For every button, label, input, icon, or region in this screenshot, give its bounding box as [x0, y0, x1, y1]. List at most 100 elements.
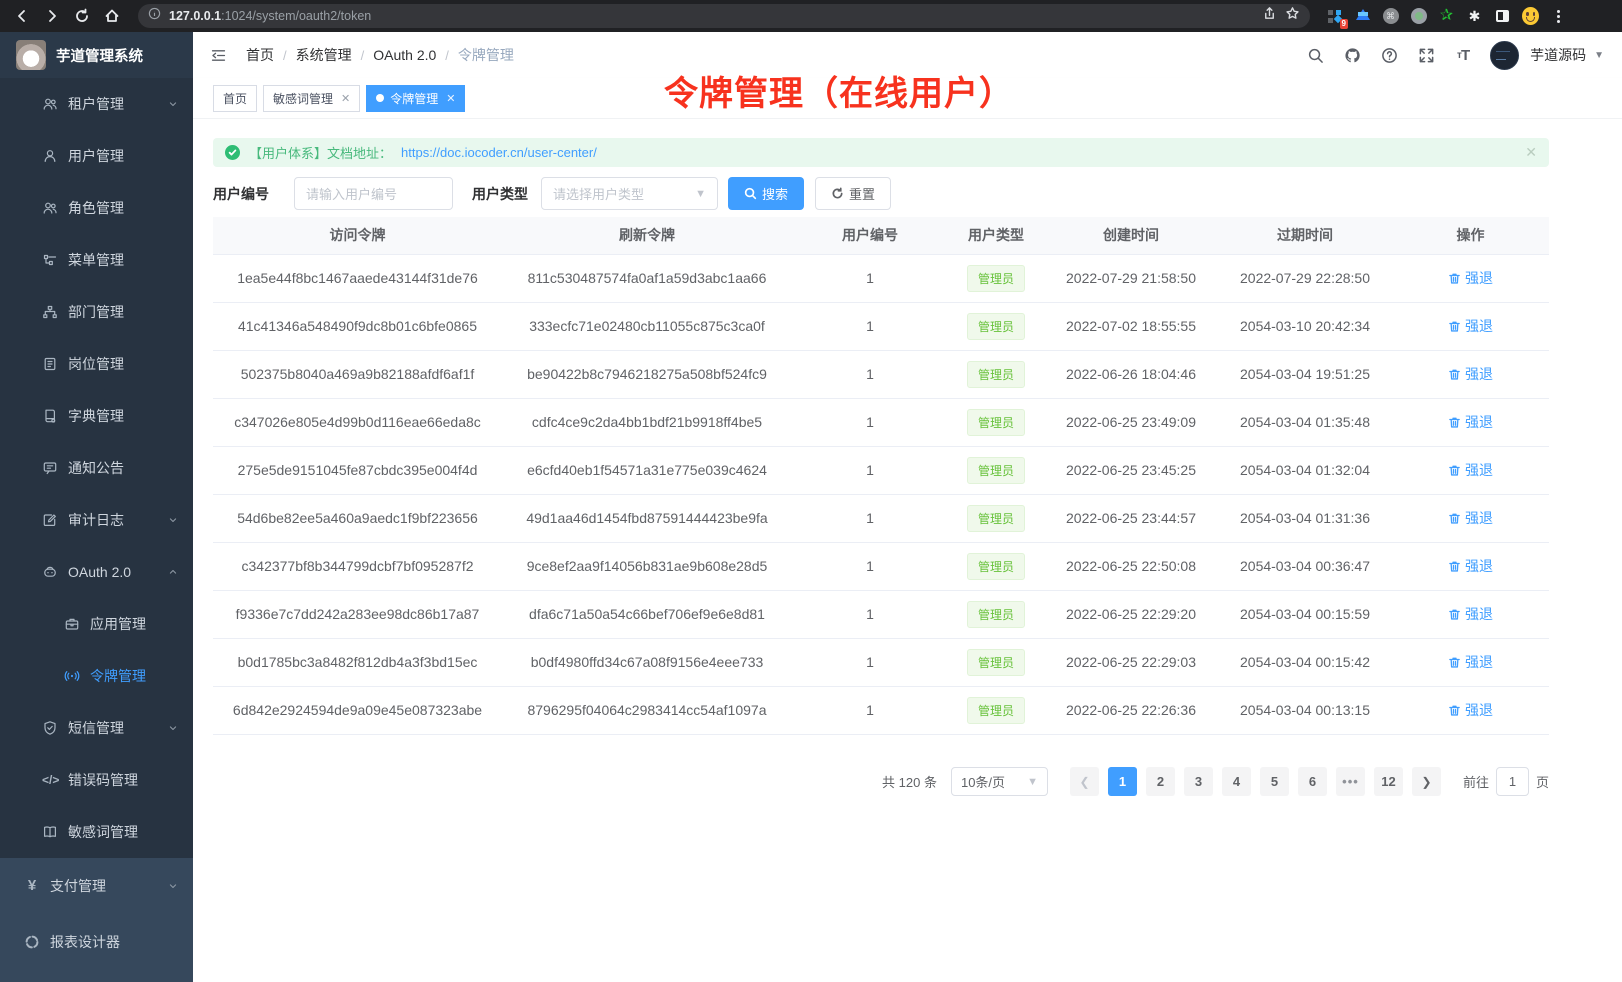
trash-icon [1448, 464, 1461, 477]
table-row: b0d1785bc3a8482f812db4a3f3bd15ecb0df4980… [213, 638, 1549, 686]
sidebar-item-dept[interactable]: 部门管理 [0, 286, 193, 338]
table-row: 6d842e2924594de9a09e45e087323abe8796295f… [213, 686, 1549, 734]
reload-icon[interactable] [70, 4, 94, 28]
sidebar-item-dict[interactable]: 字典管理 [0, 390, 193, 442]
search-icon[interactable] [1305, 45, 1325, 65]
sidebar-item-report-designer[interactable]: 报表设计器 [0, 914, 193, 970]
extension-badge: 9 [1340, 19, 1348, 29]
force-logout-button[interactable]: 强退 [1448, 412, 1493, 432]
search-button[interactable]: 搜索 [728, 177, 804, 210]
extension-command-icon[interactable]: ⌘ [1382, 8, 1399, 25]
force-logout-button[interactable]: 强退 [1448, 700, 1493, 720]
dictionary-icon [42, 408, 58, 424]
tag-token[interactable]: 令牌管理 ✕ [366, 85, 465, 112]
font-size-icon[interactable]: тT [1453, 45, 1473, 65]
sidebar-item-tenant[interactable]: 租户管理 [0, 78, 193, 130]
username[interactable]: 芋道源码 [1530, 45, 1586, 65]
force-logout-button[interactable]: 强退 [1448, 556, 1493, 576]
sidebar-item-sensitive-word[interactable]: 敏感词管理 [0, 806, 193, 858]
sidebar-item-errorcode[interactable]: </> 错误码管理 [0, 754, 193, 806]
more-pages-button[interactable]: ••• [1336, 767, 1365, 796]
force-logout-button[interactable]: 强退 [1448, 268, 1493, 288]
users-icon [42, 200, 58, 216]
sidebar-item-oauth2[interactable]: OAuth 2.0 [0, 546, 193, 598]
address-bar[interactable]: 127.0.0.1:1024/system/oauth2/token [138, 4, 1310, 28]
home-icon[interactable] [100, 4, 124, 28]
force-logout-button[interactable]: 强退 [1448, 316, 1493, 336]
page-button[interactable]: 2 [1146, 767, 1175, 796]
app-logo[interactable]: 芋道管理系统 [0, 32, 193, 78]
sidebar: 芋道管理系统 租户管理 用户管理 角色管理 菜单管理 部门管理 岗位管理 [0, 32, 193, 982]
page-button[interactable]: 4 [1222, 767, 1251, 796]
extension-grid-icon[interactable]: 9 [1326, 8, 1343, 25]
force-logout-button[interactable]: 强退 [1448, 460, 1493, 480]
goto-page-input[interactable]: 1 [1496, 767, 1529, 796]
extension-puzzle-icon[interactable]: ✱ [1466, 8, 1483, 25]
force-logout-button[interactable]: 强退 [1448, 508, 1493, 528]
page-button[interactable]: 12 [1374, 767, 1403, 796]
page-button[interactable]: 1 [1108, 767, 1137, 796]
trash-icon [1448, 608, 1461, 621]
chevron-down-icon: ▼ [1027, 776, 1038, 788]
collapse-sidebar-icon[interactable] [208, 45, 228, 65]
profile-avatar[interactable] [1522, 8, 1539, 25]
success-check-icon [225, 145, 240, 160]
breadcrumb-oauth2[interactable]: OAuth 2.0 [373, 47, 436, 63]
sidebar-toggle-icon[interactable] [1494, 8, 1511, 25]
alert-close-icon[interactable]: ✕ [1525, 144, 1537, 161]
active-dot [376, 94, 384, 102]
tag-sensitive-word[interactable]: 敏感词管理 ✕ [263, 85, 360, 112]
page-button[interactable]: 6 [1298, 767, 1327, 796]
force-logout-button[interactable]: 强退 [1448, 364, 1493, 384]
next-page-button[interactable]: ❯ [1412, 767, 1441, 796]
extension-green-star-icon[interactable]: ✰ [1438, 8, 1455, 25]
trash-icon [1448, 656, 1461, 669]
extension-gem-icon[interactable] [1354, 8, 1371, 25]
page-unit-label: 页 [1536, 772, 1549, 791]
close-icon[interactable]: ✕ [341, 92, 350, 105]
extension-record-icon[interactable] [1410, 8, 1427, 25]
doc-link[interactable]: https://doc.iocoder.cn/user-center/ [401, 145, 597, 160]
page-button[interactable]: 3 [1184, 767, 1213, 796]
reset-button[interactable]: 重置 [815, 177, 891, 210]
sidebar-item-oauth-app[interactable]: 应用管理 [0, 598, 193, 650]
page-button[interactable]: 5 [1260, 767, 1289, 796]
page-size-select[interactable]: 10条/页 ▼ [951, 767, 1048, 796]
fullscreen-icon[interactable] [1416, 45, 1436, 65]
sidebar-item-pay[interactable]: ¥ 支付管理 [0, 858, 193, 914]
chevron-down-icon [167, 514, 179, 526]
back-icon[interactable] [10, 4, 34, 28]
bookmark-star-icon[interactable] [1285, 6, 1300, 26]
force-logout-button[interactable]: 强退 [1448, 604, 1493, 624]
breadcrumb-home[interactable]: 首页 [246, 45, 274, 65]
sidebar-menu-base: ¥ 支付管理 报表设计器 [0, 858, 193, 970]
sidebar-item-audit-log[interactable]: 审计日志 [0, 494, 193, 546]
user-type-select[interactable]: 请选择用户类型 ▼ [541, 177, 718, 210]
github-icon[interactable] [1342, 45, 1362, 65]
tag-home[interactable]: 首页 [213, 85, 257, 112]
tree-list-icon [42, 252, 58, 268]
close-icon[interactable]: ✕ [446, 92, 455, 105]
help-icon[interactable] [1379, 45, 1399, 65]
caret-down-icon[interactable]: ▼ [1594, 50, 1604, 61]
chevron-down-icon: ▼ [695, 188, 706, 200]
sidebar-item-oauth-token[interactable]: 令牌管理 [0, 650, 193, 702]
url-text[interactable]: 127.0.0.1:1024/system/oauth2/token [169, 9, 1254, 23]
force-logout-button[interactable]: 强退 [1448, 652, 1493, 672]
sidebar-item-sms[interactable]: 短信管理 [0, 702, 193, 754]
browser-menu-icon[interactable] [1550, 8, 1567, 25]
breadcrumb-system[interactable]: 系统管理 [296, 45, 352, 65]
id-badge-icon [42, 356, 58, 372]
sidebar-item-notice[interactable]: 通知公告 [0, 442, 193, 494]
shield-check-icon [42, 720, 58, 736]
prev-page-button[interactable]: ❮ [1070, 767, 1099, 796]
user-avatar[interactable] [1490, 41, 1519, 70]
sidebar-item-menu[interactable]: 菜单管理 [0, 234, 193, 286]
sidebar-item-role[interactable]: 角色管理 [0, 182, 193, 234]
user-id-input[interactable]: 请输入用户编号 [294, 177, 453, 210]
sidebar-item-user[interactable]: 用户管理 [0, 130, 193, 182]
site-info-icon[interactable] [148, 7, 161, 25]
sidebar-item-post[interactable]: 岗位管理 [0, 338, 193, 390]
forward-icon[interactable] [40, 4, 64, 28]
share-icon[interactable] [1262, 6, 1277, 26]
